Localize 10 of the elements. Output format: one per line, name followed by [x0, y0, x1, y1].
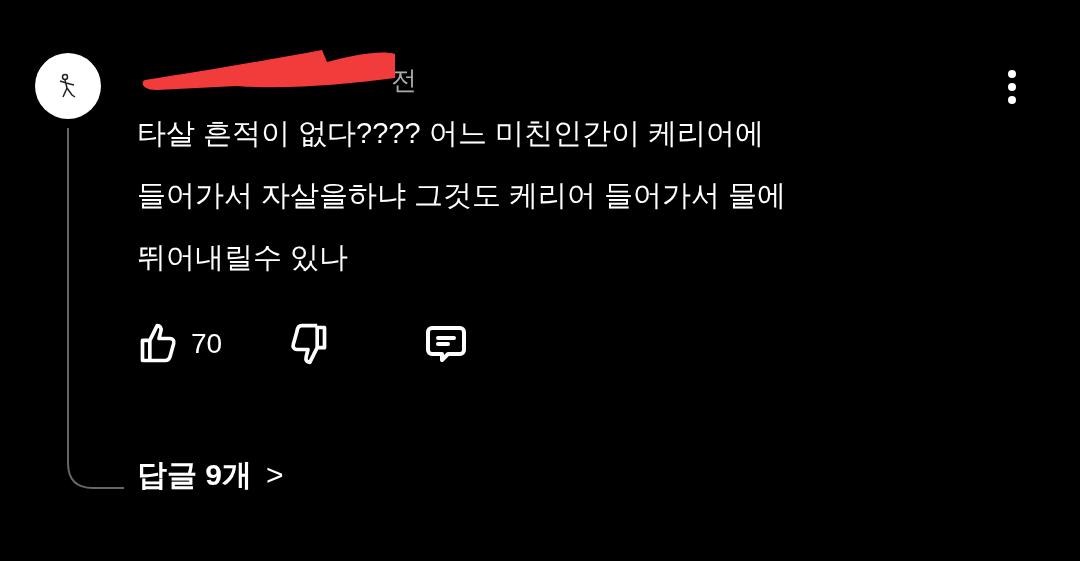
replies-label: 답글 9개 [137, 457, 253, 493]
more-options-icon[interactable] [1005, 70, 1019, 104]
like-button[interactable]: 70 [137, 322, 223, 366]
chevron-icon: > [266, 452, 284, 497]
comment-text-line: 들어가서 자살을하냐 그것도 케리어 들어가서 물에 [137, 178, 787, 213]
comment-text-line: 뛰어내릴수 있나 [137, 240, 350, 275]
like-count: 70 [191, 327, 223, 361]
comment-text-line: 타살 흔적이 없다???? 어느 미친인간이 케리어에 [137, 116, 765, 151]
replies-link[interactable]: 답글 9개 > [137, 452, 787, 497]
comment-time: 전 [391, 67, 417, 93]
